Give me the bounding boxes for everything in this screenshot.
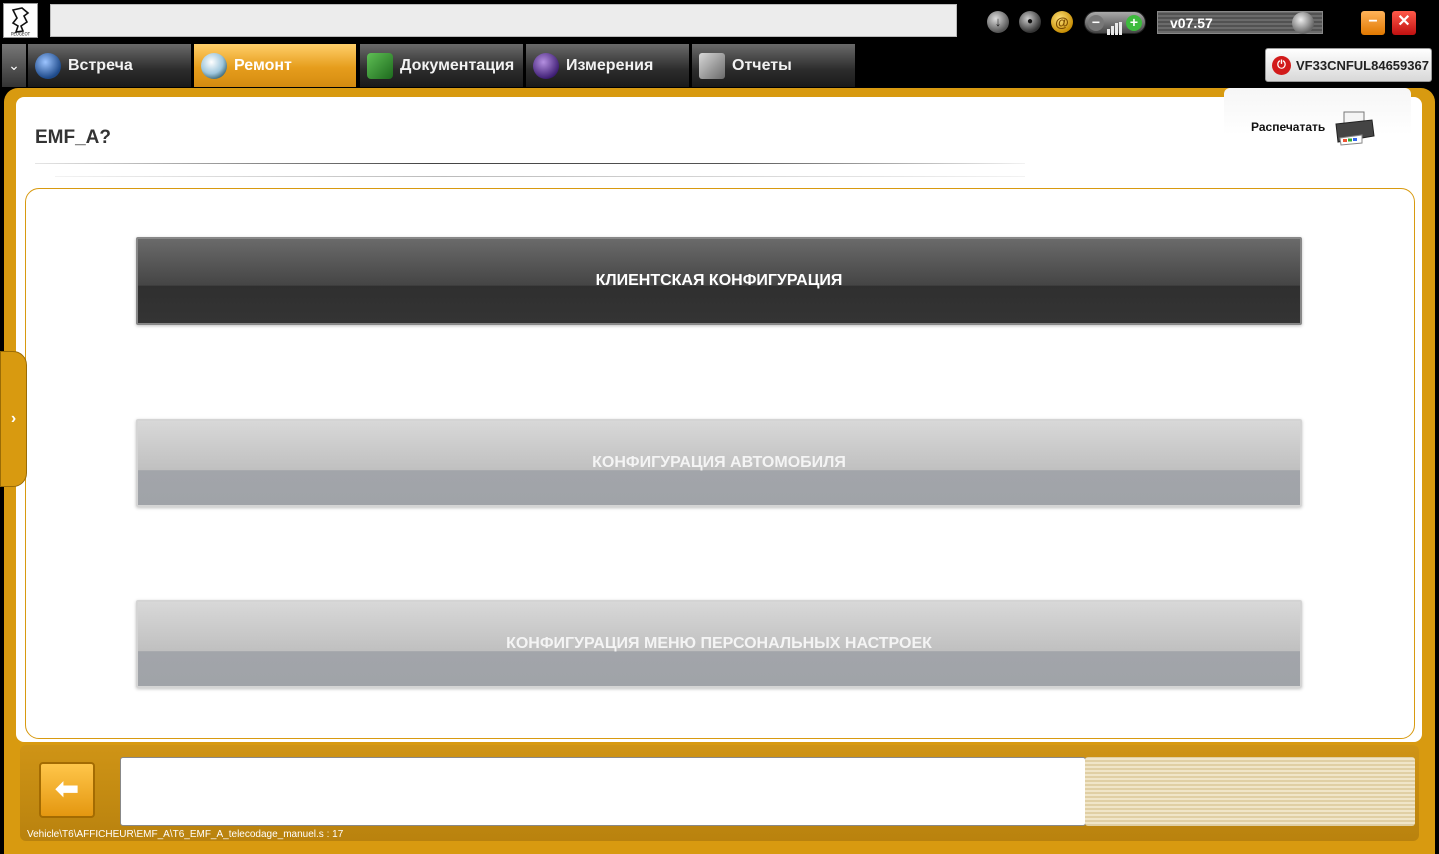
status-area xyxy=(1085,757,1415,826)
title-divider-secondary xyxy=(55,176,1025,177)
personal-settings-menu-config-button[interactable]: КОНФИГУРАЦИЯ МЕНЮ ПЕРСОНАЛЬНЫХ НАСТРОЕК xyxy=(136,600,1302,688)
tab-label: Отчеты xyxy=(732,57,792,74)
vin-button[interactable]: ⏻ VF33CNFUL84659367 xyxy=(1265,48,1432,82)
plus-icon[interactable]: + xyxy=(1126,15,1142,31)
menu-item-label: КОНФИГУРАЦИЯ АВТОМОБИЛЯ xyxy=(592,454,846,471)
signal-bars-icon xyxy=(1107,17,1125,35)
page-title: EMF_A? xyxy=(35,127,111,148)
side-panel-handle[interactable]: › xyxy=(0,351,27,487)
tab-label: Ремонт xyxy=(234,57,292,74)
back-button[interactable]: ⬅ xyxy=(39,762,95,818)
tab-repair[interactable]: Ремонт xyxy=(194,44,357,87)
tab-meeting[interactable]: Встреча xyxy=(28,44,192,87)
vehicle-config-button[interactable]: КОНФИГУРАЦИЯ АВТОМОБИЛЯ xyxy=(136,419,1302,507)
main-tabs: ⌄ Встреча Ремонт Документация Измерения … xyxy=(0,42,1439,88)
volume-knob-icon[interactable] xyxy=(1292,12,1314,34)
chevron-down-icon[interactable]: ⌄ xyxy=(2,44,26,87)
user-icon[interactable] xyxy=(1019,11,1041,33)
arrow-left-icon: ⬅ xyxy=(55,773,79,804)
printer-icon xyxy=(1335,111,1375,146)
tab-label: Документация xyxy=(400,57,515,74)
script-path: Vehicle\T6\AFFICHEUR\EMF_A\T6_EMF_A_tele… xyxy=(27,829,344,840)
address-bar[interactable] xyxy=(50,4,957,37)
title-divider xyxy=(35,163,1025,164)
vin-label: VF33CNFUL84659367 xyxy=(1296,58,1429,73)
tab-measurements[interactable]: Измерения xyxy=(526,44,690,87)
power-icon: ⏻ xyxy=(1272,56,1291,75)
email-icon[interactable]: @ xyxy=(1051,11,1073,33)
version-indicator: v07.57 xyxy=(1157,11,1323,34)
client-config-button[interactable]: КЛИЕНТСКАЯ КОНФИГУРАЦИЯ xyxy=(136,237,1302,325)
download-icon[interactable] xyxy=(987,11,1009,33)
logo-text: PEUGEOT xyxy=(11,32,31,37)
connection-signal[interactable]: − + xyxy=(1084,11,1146,35)
menu-item-label: КЛИЕНТСКАЯ КОНФИГУРАЦИЯ xyxy=(595,272,843,289)
peugeot-logo: PEUGEOT xyxy=(3,3,38,38)
report-icon xyxy=(699,53,725,79)
title-bar: PEUGEOT @ − + v07.57 − ✕ xyxy=(0,0,1439,42)
tab-reports[interactable]: Отчеты xyxy=(692,44,856,87)
waveform-icon xyxy=(533,53,559,79)
minus-icon[interactable]: − xyxy=(1088,15,1104,31)
book-icon xyxy=(367,53,393,79)
version-label: v07.57 xyxy=(1170,15,1213,31)
close-button[interactable]: ✕ xyxy=(1392,11,1416,35)
chevron-right-icon: › xyxy=(10,410,17,427)
minimize-button[interactable]: − xyxy=(1361,11,1385,35)
magnifier-icon xyxy=(201,53,227,79)
message-box xyxy=(120,757,1086,826)
tab-documentation[interactable]: Документация xyxy=(360,44,524,87)
menu-item-label: КОНФИГУРАЦИЯ МЕНЮ ПЕРСОНАЛЬНЫХ НАСТРОЕК xyxy=(506,635,932,652)
print-label: Распечатать xyxy=(1251,120,1326,134)
print-button[interactable]: Распечатать xyxy=(1224,88,1411,166)
meeting-icon xyxy=(35,53,61,79)
tab-label: Встреча xyxy=(68,57,133,74)
tab-label: Измерения xyxy=(566,57,654,74)
